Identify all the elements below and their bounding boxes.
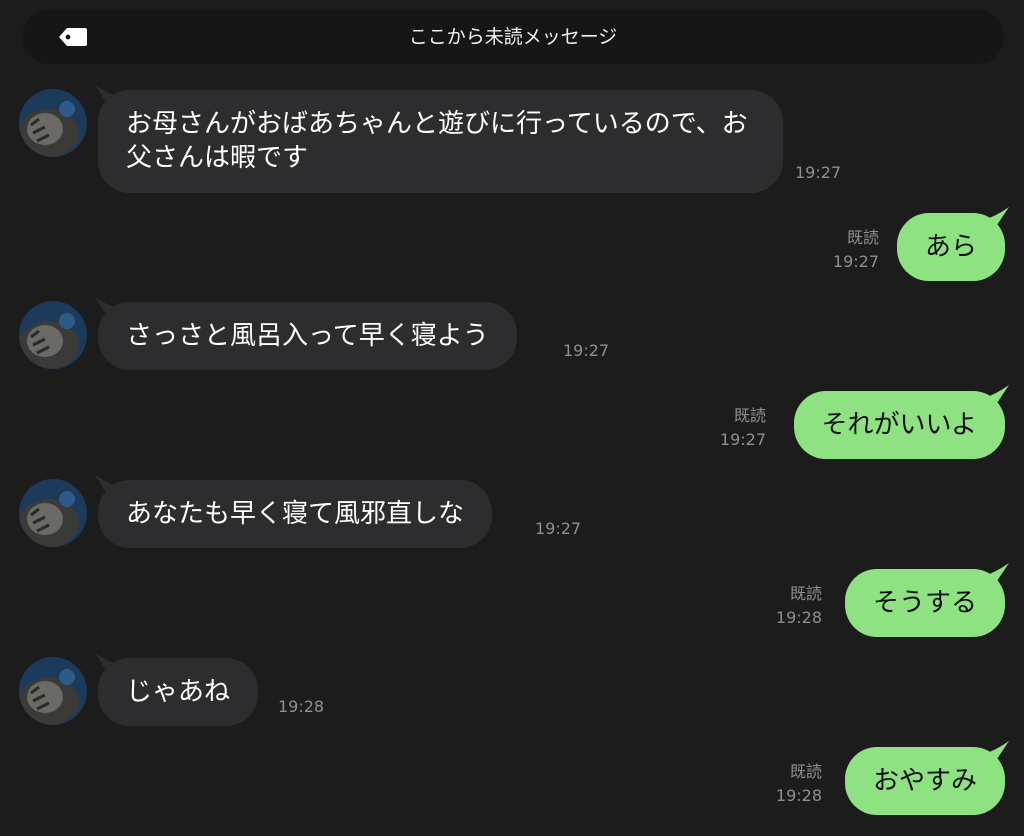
bubble-tail [981,563,1009,593]
message-bubble-outgoing[interactable]: そうする [844,563,1009,637]
avatar-image [19,479,87,547]
avatar-image [19,657,87,725]
message-text: おやすみ [872,766,977,796]
message-time: 19:28 [775,608,822,627]
message-time: 19:27 [563,341,610,360]
bubble-tail [981,741,1009,771]
message-text: さっさと風呂入って早く寝よう [126,321,489,351]
message-text: それがいいよ [821,410,977,440]
read-status: 既読 [846,228,879,247]
message-bubble-outgoing[interactable]: あら [896,207,1009,281]
unread-divider: ここから未読メッセージ [22,10,1004,64]
message-time: 19:27 [719,430,766,449]
contact-avatar[interactable] [19,89,87,157]
message-time: 19:27 [832,252,879,271]
message-meta: 既読 19:28 [776,582,822,630]
message-text: じゃあね [126,677,231,707]
bubble-tail [981,207,1009,237]
avatar-image [19,301,87,369]
contact-avatar[interactable] [19,657,87,725]
unread-divider-label: ここから未読メッセージ [408,26,618,48]
message-time: 19:27 [535,519,582,538]
message-bubble-outgoing[interactable]: それがいいよ [793,385,1009,459]
message-meta: 既読 19:28 [776,760,822,808]
message-time: 19:28 [278,697,325,716]
bubble-tail [981,385,1009,415]
message-bubble-incoming[interactable]: さっさと風呂入って早く寝よう [94,296,517,370]
message-meta: 既読 19:27 [833,226,879,274]
bubble-tail [94,652,122,682]
message-text: あなたも早く寝て風邪直しな [126,499,465,529]
message-text: そうする [872,588,977,618]
message-meta: 既読 19:27 [720,404,766,452]
message-bubble-outgoing[interactable]: おやすみ [844,741,1009,815]
message-text: あら [924,232,977,262]
contact-avatar[interactable] [19,479,87,547]
avatar-image [19,89,87,157]
read-status: 既読 [789,584,822,603]
bubble-tail [94,474,122,504]
message-bubble-incoming[interactable]: あなたも早く寝て風邪直しな [94,474,493,548]
message-time: 19:27 [795,163,842,182]
read-status: 既読 [789,762,822,781]
read-status: 既読 [733,406,766,425]
message-text: お母さんがおばあちゃんと遊びに行っているので、お父さんは暇です [126,109,748,173]
message-bubble-incoming[interactable]: じゃあね [94,652,259,726]
message-time: 19:28 [775,786,822,805]
bubble-tail [94,84,122,114]
contact-avatar[interactable] [19,301,87,369]
bubble-tail [94,296,122,326]
message-bubble-incoming[interactable]: お母さんがおばあちゃんと遊びに行っているので、お父さんは暇です [94,84,783,193]
